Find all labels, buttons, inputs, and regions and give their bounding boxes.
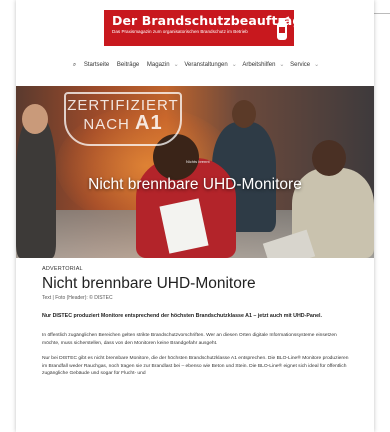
site-logo[interactable]: Der Brandschutzbeauftragte Das Praxismag… bbox=[104, 10, 317, 46]
main-navigation: ⌕ Startseite Beiträge Magazin ⌄ Veranstal… bbox=[16, 61, 374, 69]
hero-tagline: Nichts brennt bbox=[186, 159, 210, 164]
nav-item-service[interactable]: Service bbox=[290, 62, 310, 68]
nav-item-startseite[interactable]: Startseite bbox=[84, 62, 109, 68]
certificate-line2: NACH A1 bbox=[66, 112, 180, 134]
chevron-down-icon: ⌄ bbox=[173, 62, 179, 68]
hero-person-back-head bbox=[232, 100, 256, 128]
article-paragraph: Nur bei DISTEC gibt es nicht brennbare M… bbox=[42, 356, 349, 377]
hero-person-right-head bbox=[312, 140, 346, 176]
chevron-down-icon: ⌄ bbox=[279, 62, 285, 68]
nav-item-arbeitshilfen[interactable]: Arbeitshilfen bbox=[242, 62, 275, 68]
logo-subtitle: Das Praxismagazin zum organisatorischen … bbox=[112, 29, 248, 34]
article: ADVERTORIAL Nicht brennbare UHD-Monitore… bbox=[42, 266, 354, 378]
page-card: Der Brandschutzbeauftragte Das Praxismag… bbox=[16, 0, 374, 432]
chevron-down-icon: ⌄ bbox=[231, 62, 237, 68]
certificate-badge: ZERTIFIZIERT NACH A1 bbox=[64, 92, 182, 146]
fire-extinguisher-icon bbox=[277, 16, 290, 40]
article-lead: Nur DISTEC produziert Monitore entsprech… bbox=[42, 313, 322, 319]
article-credit: Text | Foto (Header): © DISTEC bbox=[42, 295, 113, 301]
nav-item-magazin[interactable]: Magazin bbox=[147, 62, 170, 68]
certificate-class: A1 bbox=[135, 112, 163, 134]
advertorial-label: ADVERTORIAL bbox=[42, 266, 83, 272]
nav-item-veranstaltungen[interactable]: Veranstaltungen bbox=[184, 62, 227, 68]
certificate-line1: ZERTIFIZIERT bbox=[67, 97, 179, 114]
hero-image: ZERTIFIZIERT NACH A1 Nichts brennt Nicht… bbox=[16, 86, 374, 258]
article-title: Nicht brennbare UHD-Monitore bbox=[42, 275, 256, 292]
article-paragraph: In öffentlich zugänglichen Bereichen gel… bbox=[42, 333, 337, 346]
nav-item-beitraege[interactable]: Beiträge bbox=[117, 62, 139, 68]
hero-title: Nicht brennbare UHD-Monitore bbox=[88, 176, 302, 193]
logo-title: Der Brandschutzbeauftragte bbox=[112, 13, 317, 28]
chevron-down-icon: ⌄ bbox=[314, 62, 320, 68]
certificate-nach: NACH bbox=[83, 116, 130, 133]
hero-person-left-head bbox=[22, 104, 48, 134]
search-icon[interactable]: ⌕ bbox=[73, 62, 76, 68]
